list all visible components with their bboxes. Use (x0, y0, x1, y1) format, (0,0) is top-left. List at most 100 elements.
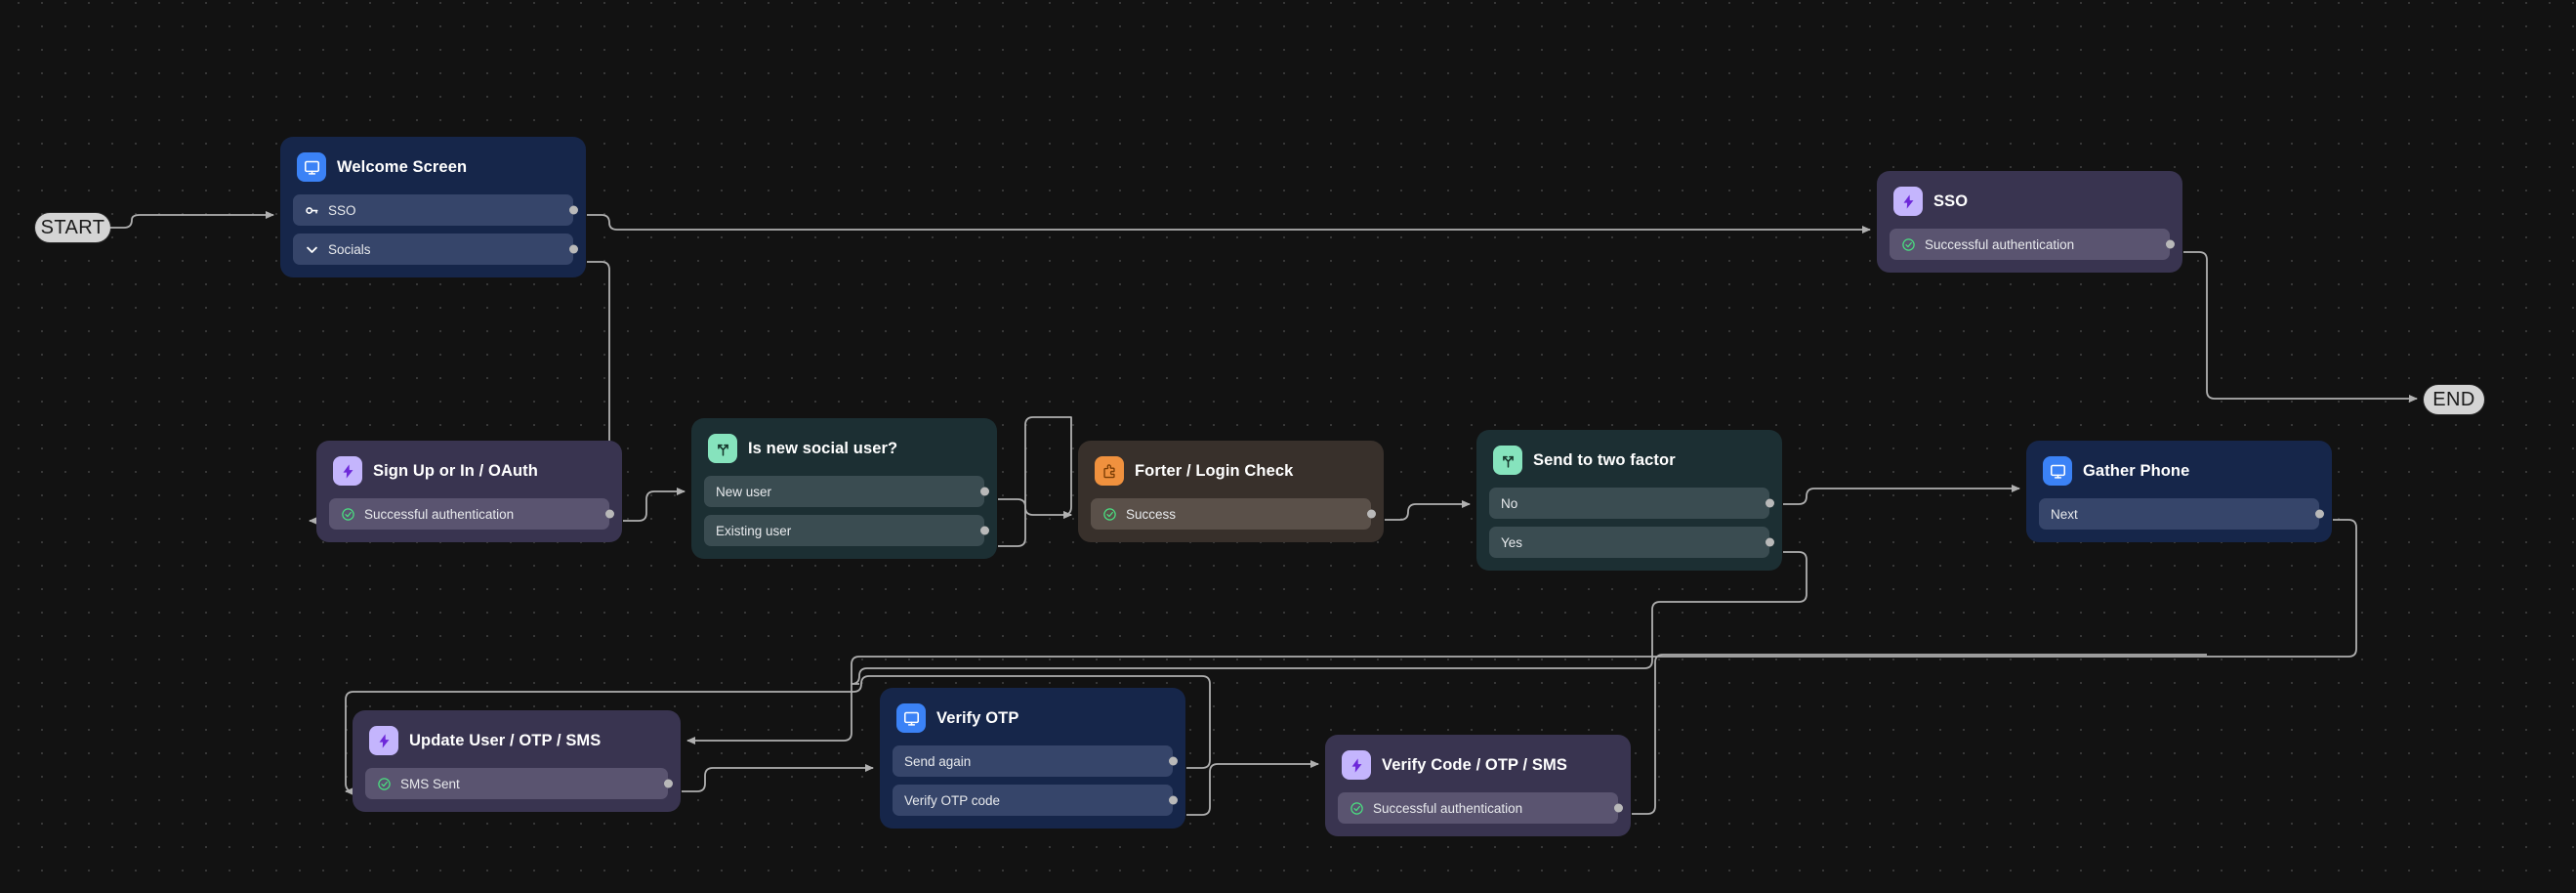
edge-welcome-sso-to-sso (587, 215, 1870, 230)
output-port[interactable] (1614, 804, 1623, 813)
node-title: Sign Up or In / OAuth (373, 462, 538, 481)
output-port[interactable] (1367, 510, 1376, 519)
row-label: Yes (1501, 535, 1522, 550)
start-node[interactable]: START (35, 213, 110, 242)
edge-yes-to-updateuser (852, 552, 1807, 684)
row-next[interactable]: Next (2039, 498, 2319, 530)
row-label: Successful authentication (1925, 237, 2074, 252)
bolt-icon (333, 456, 362, 486)
output-port[interactable] (980, 527, 989, 535)
check-circle-icon (1901, 237, 1916, 252)
bolt-icon (1893, 187, 1923, 216)
output-port[interactable] (569, 206, 578, 215)
row-label: SMS Sent (400, 777, 460, 791)
node-verify-code-otp-sms[interactable]: Verify Code / OTP / SMS Successful authe… (1325, 735, 1631, 836)
node-title: Verify OTP (936, 709, 1018, 728)
row-no[interactable]: No (1489, 488, 1769, 519)
output-port[interactable] (569, 245, 578, 254)
row-label: Success (1126, 507, 1176, 522)
row-successful-authentication[interactable]: Successful authentication (1338, 792, 1618, 824)
edge-existinguser-to-forter (998, 417, 1071, 546)
node-header: Forter / Login Check (1091, 453, 1371, 498)
node-title: Welcome Screen (337, 158, 467, 177)
edge-verifyotpcode-to-verifycode (1186, 764, 1318, 815)
edge-no-to-gatherphone (1783, 489, 2019, 504)
node-header: Send to two factor (1489, 443, 1769, 488)
node-title: Is new social user? (748, 440, 897, 458)
node-is-new-social-user[interactable]: Is new social user? New user Existing us… (691, 418, 997, 559)
check-circle-icon (1350, 801, 1364, 816)
row-label: No (1501, 496, 1517, 511)
node-verify-otp[interactable]: Verify OTP Send again Verify OTP code (880, 688, 1185, 829)
row-label: Next (2051, 507, 2078, 522)
node-update-user-otp-sms[interactable]: Update User / OTP / SMS SMS Sent (353, 710, 681, 812)
node-header: Verify Code / OTP / SMS (1338, 747, 1618, 792)
row-existing-user[interactable]: Existing user (704, 515, 984, 546)
screen-icon (2043, 456, 2072, 486)
start-label: START (41, 217, 105, 239)
row-label: Successful authentication (1373, 801, 1522, 816)
screen-icon (896, 703, 926, 733)
row-new-user[interactable]: New user (704, 476, 984, 507)
row-verify-otp-code[interactable]: Verify OTP code (893, 785, 1173, 816)
output-port[interactable] (2166, 240, 2175, 249)
node-welcome-screen[interactable]: Welcome Screen SSO Socials (280, 137, 586, 277)
row-successful-authentication[interactable]: Successful authentication (329, 498, 609, 530)
bolt-icon (1342, 750, 1371, 780)
branch-icon (1493, 446, 1522, 475)
bolt-icon (369, 726, 398, 755)
node-header: Update User / OTP / SMS (365, 723, 668, 768)
row-successful-authentication[interactable]: Successful authentication (1890, 229, 2170, 260)
output-port[interactable] (2315, 510, 2324, 519)
node-header: Gather Phone (2039, 453, 2319, 498)
node-header: Is new social user? (704, 431, 984, 476)
node-title: SSO (1933, 192, 1968, 211)
node-title: Update User / OTP / SMS (409, 732, 601, 750)
node-title: Send to two factor (1533, 451, 1676, 470)
node-forter-login-check[interactable]: Forter / Login Check Success (1078, 441, 1384, 542)
output-port[interactable] (1169, 757, 1178, 766)
output-port[interactable] (1169, 796, 1178, 805)
branch-icon (708, 434, 737, 463)
chevron-down-icon (305, 242, 319, 257)
edge-sso-to-end (2183, 252, 2417, 399)
end-label: END (2432, 389, 2474, 411)
check-circle-icon (377, 777, 392, 791)
node-title: Verify Code / OTP / SMS (1382, 756, 1567, 775)
row-socials[interactable]: Socials (293, 234, 573, 265)
end-node[interactable]: END (2424, 385, 2484, 414)
check-circle-icon (341, 507, 355, 522)
puzzle-icon (1095, 456, 1124, 486)
key-icon (305, 203, 319, 218)
row-label: Successful authentication (364, 507, 514, 522)
node-header: Sign Up or In / OAuth (329, 453, 609, 498)
node-title: Gather Phone (2083, 462, 2189, 481)
node-header: Verify OTP (893, 701, 1173, 745)
edge-updateuser-to-verifyotp (682, 768, 873, 791)
node-send-to-two-factor[interactable]: Send to two factor No Yes (1476, 430, 1782, 571)
output-port[interactable] (605, 510, 614, 519)
output-port[interactable] (980, 488, 989, 496)
row-label: New user (716, 485, 771, 499)
node-sso[interactable]: SSO Successful authentication (1877, 171, 2182, 273)
edge-forter-to-twofactor (1385, 504, 1470, 520)
output-port[interactable] (1766, 499, 1774, 508)
output-port[interactable] (664, 780, 673, 788)
row-label: Verify OTP code (904, 793, 1000, 808)
node-sign-up-or-in-oauth[interactable]: Sign Up or In / OAuth Successful authent… (316, 441, 622, 542)
output-port[interactable] (1766, 538, 1774, 547)
edge-signup-to-isnew (623, 491, 685, 521)
row-label: Existing user (716, 524, 791, 538)
edge-start-to-welcome (110, 215, 273, 228)
row-success[interactable]: Success (1091, 498, 1371, 530)
row-yes[interactable]: Yes (1489, 527, 1769, 558)
row-send-again[interactable]: Send again (893, 745, 1173, 777)
row-sso[interactable]: SSO (293, 194, 573, 226)
node-gather-phone[interactable]: Gather Phone Next (2026, 441, 2332, 542)
node-header: Welcome Screen (293, 149, 573, 194)
node-title: Forter / Login Check (1135, 462, 1293, 481)
row-label: SSO (328, 203, 356, 218)
check-circle-icon (1102, 507, 1117, 522)
row-sms-sent[interactable]: SMS Sent (365, 768, 668, 799)
flow-canvas[interactable]: START END Welcome Screen SSO Socials (0, 0, 2576, 893)
